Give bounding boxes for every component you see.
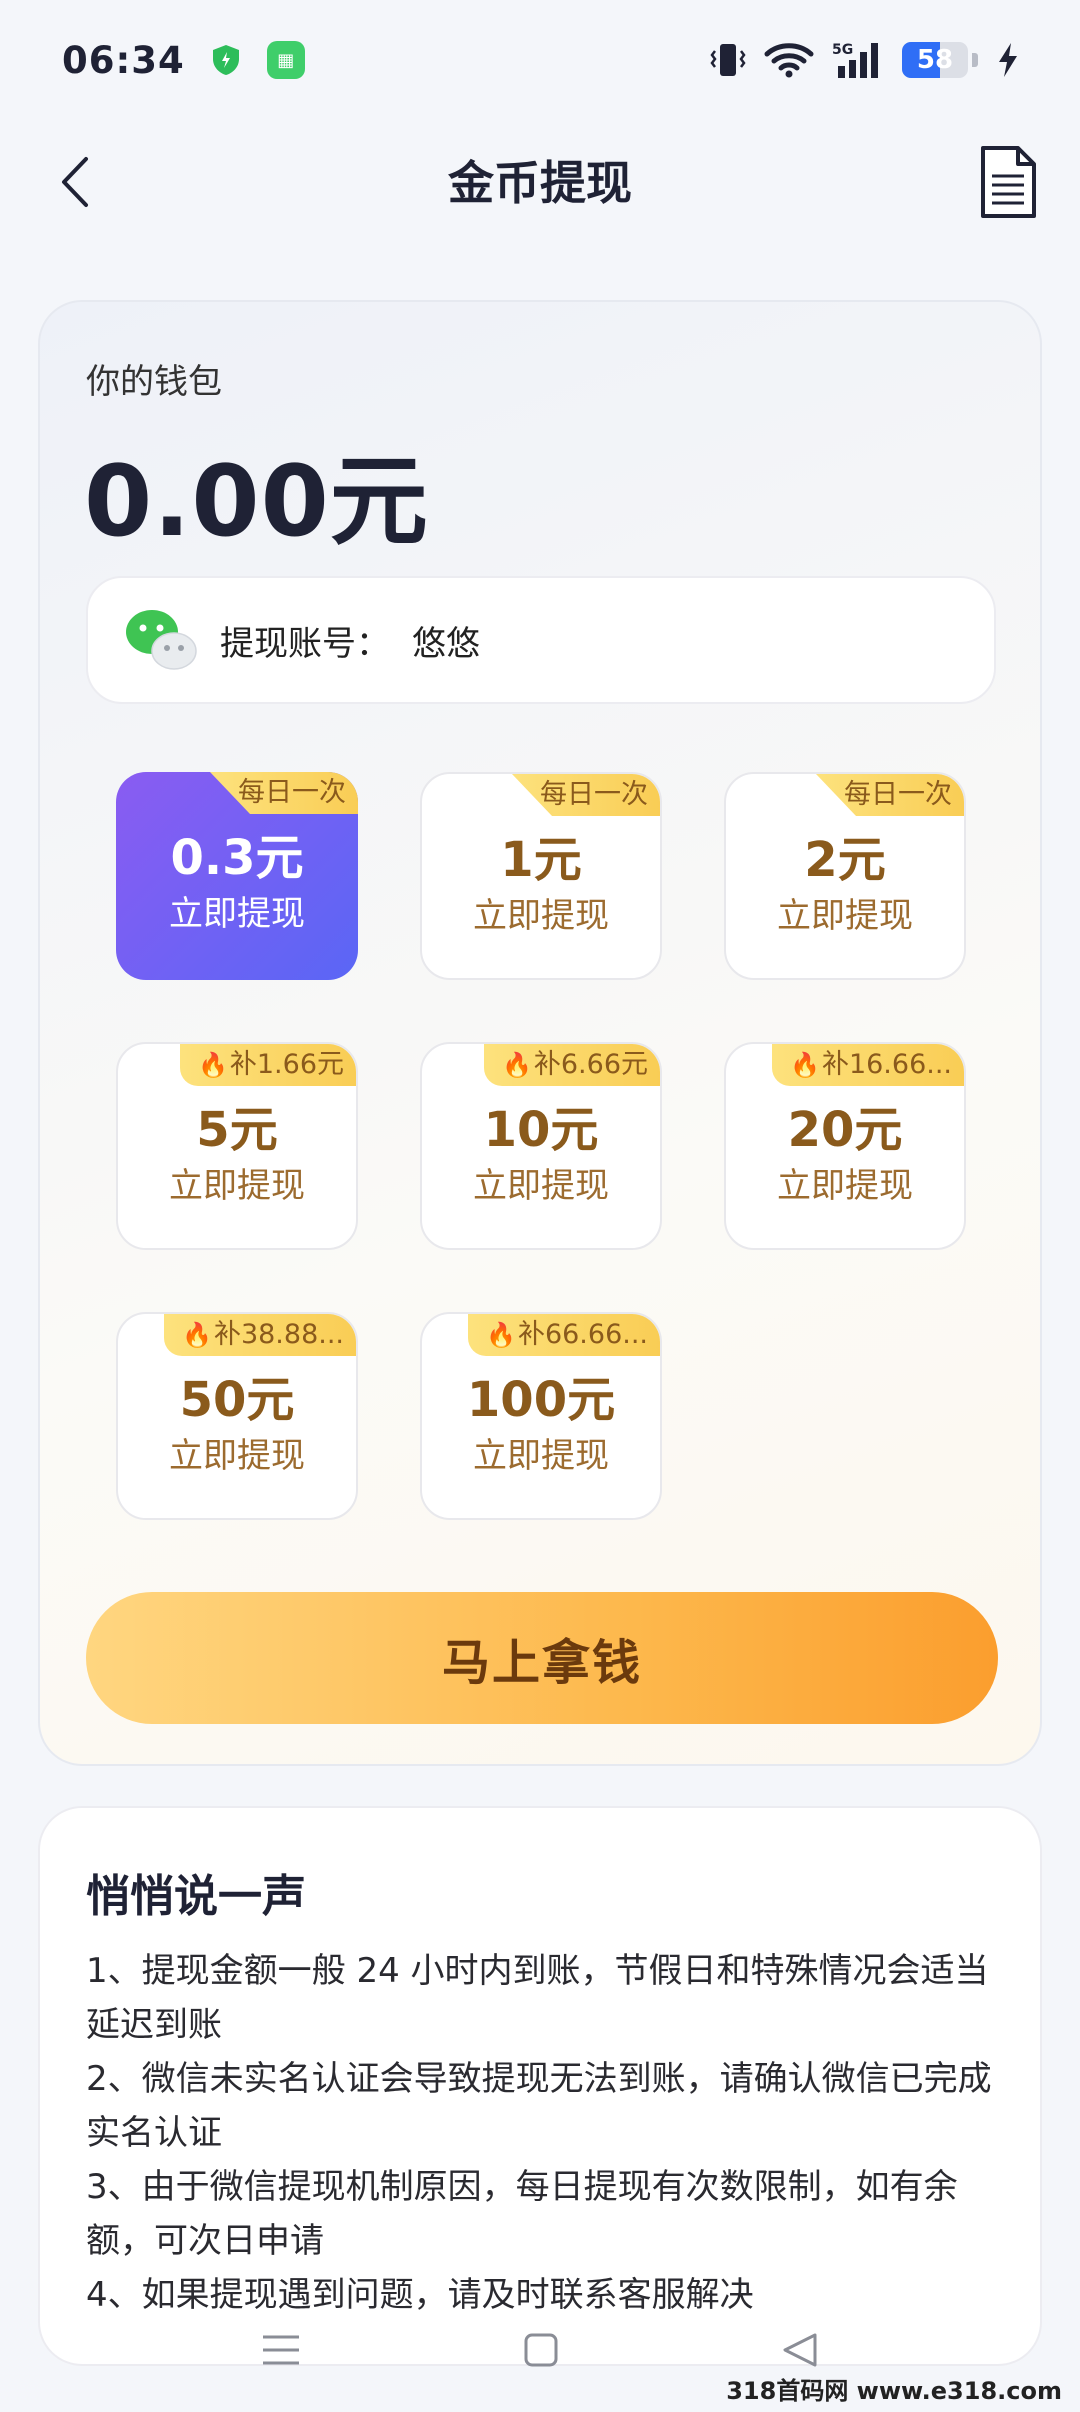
document-icon <box>981 146 1036 218</box>
battery-cap <box>972 53 978 67</box>
vibrate-icon <box>710 44 746 76</box>
option-bonus-tag: 补38.88... <box>164 1314 356 1356</box>
menu-icon[interactable] <box>261 2333 301 2367</box>
wifi-icon <box>764 43 814 78</box>
option-amount: 2元 <box>804 832 886 888</box>
option-amount: 1元 <box>500 832 582 888</box>
withdraw-option-10[interactable]: 补6.66元 10元 立即提现 <box>420 1042 662 1250</box>
option-action: 立即提现 <box>473 1436 609 1476</box>
signal-icon: 5G <box>832 42 878 78</box>
back-triangle-icon[interactable] <box>781 2332 819 2368</box>
wechat-icon <box>126 610 197 670</box>
account-name: 悠悠 <box>412 623 480 664</box>
option-bonus-tag: 补16.66... <box>772 1044 964 1086</box>
option-action: 立即提现 <box>777 896 913 936</box>
option-action: 立即提现 <box>169 894 305 934</box>
status-time: 06:34 <box>62 38 185 82</box>
withdraw-option-2[interactable]: 每日一次 2元 立即提现 <box>724 772 966 980</box>
battery-indicator: 58 <box>902 42 968 78</box>
option-action: 立即提现 <box>777 1166 913 1206</box>
account-label: 提现账号： <box>220 623 390 664</box>
records-button[interactable] <box>978 144 1038 220</box>
wallet-balance: 0.00元 <box>84 445 429 559</box>
withdraw-option-0.3[interactable]: 每日一次 0.3元 立即提现 <box>116 772 358 980</box>
tips-card: 悄悄说一声 1、提现金额一般 24 小时内到账，节假日和特殊情况会适当延迟到账 … <box>38 1806 1042 2366</box>
withdraw-option-100[interactable]: 补66.66... 100元 立即提现 <box>420 1312 662 1520</box>
option-action: 立即提现 <box>169 1436 305 1476</box>
option-bonus-tag: 补6.66元 <box>483 1044 660 1086</box>
home-icon[interactable] <box>523 2332 559 2368</box>
option-tag: 每日一次 <box>210 772 358 814</box>
option-tag: 每日一次 <box>512 774 660 816</box>
nav-bar: 金币提现 <box>0 130 1080 230</box>
wallet-card: 你的钱包 0.00元 提现账号： 悠悠 每日一次 0.3元 立即提现 每日一次 … <box>38 300 1042 1766</box>
tips-list: 1、提现金额一般 24 小时内到账，节假日和特殊情况会适当延迟到账 2、微信未实… <box>86 1944 1006 2322</box>
app-notification-icon: ▦ <box>266 41 305 79</box>
tips-title: 悄悄说一声 <box>86 1871 306 1922</box>
withdraw-account-row[interactable]: 提现账号： 悠悠 <box>86 576 996 704</box>
withdraw-option-20[interactable]: 补16.66... 20元 立即提现 <box>724 1042 966 1250</box>
status-bar: 06:34 ▦ 5G 58 <box>0 0 1080 120</box>
charging-icon <box>999 43 1017 77</box>
option-action: 立即提现 <box>473 896 609 936</box>
withdraw-option-1[interactable]: 每日一次 1元 立即提现 <box>420 772 662 980</box>
withdraw-now-button[interactable]: 马上拿钱 <box>86 1592 998 1724</box>
withdraw-option-50[interactable]: 补38.88... 50元 立即提现 <box>116 1312 358 1520</box>
battery-level: 58 <box>916 45 954 75</box>
tip-item: 1、提现金额一般 24 小时内到账，节假日和特殊情况会适当延迟到账 <box>86 1951 989 2045</box>
tip-item: 2、微信未实名认证会导致提现无法到账，请确认微信已完成实名认证 <box>86 2059 992 2153</box>
chevron-left-icon <box>62 157 88 207</box>
option-bonus-tag: 补1.66元 <box>179 1044 356 1086</box>
tip-item: 3、由于微信提现机制原因，每日提现有次数限制，如有余额，可次日申请 <box>86 2167 958 2261</box>
option-action: 立即提现 <box>169 1166 305 1206</box>
option-amount: 100元 <box>466 1372 616 1428</box>
option-amount: 20元 <box>787 1102 903 1158</box>
svg-text:5G: 5G <box>832 42 853 58</box>
option-action: 立即提现 <box>473 1166 609 1206</box>
wallet-label: 你的钱包 <box>86 362 222 402</box>
page-title: 金币提现 <box>448 156 632 210</box>
option-amount: 10元 <box>483 1102 599 1158</box>
shield-icon <box>212 45 239 75</box>
option-bonus-tag: 补66.66... <box>468 1314 660 1356</box>
withdraw-option-5[interactable]: 补1.66元 5元 立即提现 <box>116 1042 358 1250</box>
option-amount: 0.3元 <box>170 830 304 886</box>
option-amount: 50元 <box>179 1372 295 1428</box>
back-button[interactable] <box>50 154 100 210</box>
option-amount: 5元 <box>196 1102 278 1158</box>
option-tag: 每日一次 <box>816 774 964 816</box>
watermark: 318首码网 www.e318.com <box>726 2377 1062 2405</box>
